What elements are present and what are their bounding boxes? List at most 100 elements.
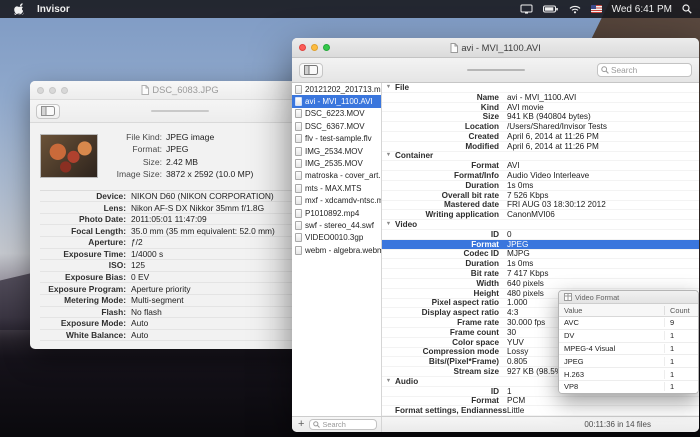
exif-row[interactable]: White Balance: Auto [40,330,320,342]
metadata-row[interactable]: ▼ Width 640 pixels [382,279,699,289]
main-window-titlebar[interactable]: avi - MVI_1100.AVI [292,38,699,58]
metadata-row[interactable]: ▼ Format JPEG [382,240,699,250]
toolbar-search-field[interactable] [597,63,692,77]
metadata-row[interactable]: ▼ Container [382,151,699,162]
exif-row[interactable]: ISO: 125 [40,260,320,272]
display-icon[interactable] [520,4,533,14]
minimize-button[interactable] [49,86,56,94]
file-list-item[interactable]: flv - test-sample.flv [292,133,381,145]
disclosure-triangle-icon[interactable]: ▼ [382,378,395,385]
add-file-button[interactable]: + [296,419,306,430]
metadata-label: Created [468,131,500,141]
exif-row[interactable]: Metering Mode: Multi-segment [40,295,320,307]
file-list-item[interactable]: VIDEO0010.3gp [292,232,381,244]
metadata-value: April 6, 2014 at 11:26 PM [507,131,599,141]
exif-row[interactable]: Exposure Program: Aperture priority [40,283,320,295]
popup-table-row[interactable]: MPEG-4 Visual 1 [559,342,698,356]
exif-row[interactable]: Focal Length: 35.0 mm (35 mm equivalent:… [40,225,320,237]
metadata-row[interactable]: ▼ Codec ID MJPG [382,249,699,260]
file-name: IMG_2534.MOV [305,146,363,156]
metadata-label: Compression mode [422,347,499,357]
metadata-row[interactable]: ▼ Overall bit rate 7 526 Kbps [382,191,699,201]
exif-row[interactable]: Device: NIKON D60 (NIKON CORPORATION) [40,191,320,203]
exif-row[interactable]: Aperture: ƒ/2 [40,237,320,249]
disclosure-triangle-icon[interactable]: ▼ [382,84,395,91]
file-list-item[interactable]: P1010892.mp4 [292,207,381,219]
popup-table-row[interactable]: H.263 1 [559,368,698,381]
file-list-item[interactable]: DSC_6367.MOV [292,120,381,132]
sidebar-search-input[interactable] [322,420,373,429]
metadata-row[interactable]: ▼ Format settings, Endianness Little [382,406,699,416]
close-button[interactable] [37,86,44,94]
metadata-row[interactable]: ▼ ID 0 [382,230,699,240]
metadata-row[interactable]: ▼ Size 941 KB (940804 bytes) [382,112,699,123]
column-header-value[interactable]: Value [559,306,664,315]
format-value: DV [564,331,575,341]
file-list-item[interactable]: webm - algebra.webm [292,244,381,256]
file-list-item[interactable]: IMG_2534.MOV [292,145,381,157]
close-button[interactable] [299,44,306,51]
file-list-item[interactable]: swf - stereo_44.swf [292,219,381,231]
exif-row[interactable]: Exposure Mode: Auto [40,318,320,330]
popup-table-row[interactable]: AVC 9 [559,317,698,330]
popup-table-row[interactable]: JPEG 1 [559,355,698,369]
file-list-item[interactable]: DSC_6223.MOV [292,108,381,120]
metadata-row[interactable]: ▼ Format/Info Audio Video Interleave [382,171,699,181]
battery-icon[interactable] [542,5,559,13]
metadata-row[interactable]: ▼ Duration 1s 0ms [382,259,699,270]
summary-row: Size: 2.42 MB [106,156,320,168]
sidebar-toggle-button[interactable] [299,62,323,78]
zoom-button[interactable] [61,86,68,94]
file-list-item[interactable]: mts - MAX.MTS [292,182,381,194]
apple-menu[interactable] [8,3,30,15]
disclosure-triangle-icon[interactable]: ▼ [382,221,395,228]
search-input[interactable] [611,65,688,75]
wifi-icon[interactable] [569,5,581,14]
metadata-row[interactable]: ▼ Modified April 6, 2014 at 11:26 PM [382,142,699,152]
metadata-row[interactable]: ▼ Location /Users/Shared/Invisor Tests [382,122,699,132]
metadata-label: Duration [465,259,499,269]
metadata-value: FRI AUG 03 18:30:12 2012 [507,200,606,210]
metadata-row[interactable]: ▼ Format PCM [382,396,699,407]
disclosure-triangle-icon[interactable]: ▼ [382,153,395,159]
menu-bar-clock[interactable]: Wed 6:41 PM [612,4,672,15]
metadata-row[interactable]: ▼ Bit rate 7 417 Kbps [382,269,699,279]
input-language-flag-icon[interactable] [590,5,602,13]
metadata-row[interactable]: ▼ Kind AVI movie [382,103,699,113]
popup-table-row[interactable]: DV 1 [559,329,698,343]
popup-titlebar[interactable]: Video Format [559,291,698,304]
view-tabs [466,69,525,71]
exif-row[interactable]: Exposure Bias: 0 EV [40,272,320,284]
metadata-label: Format [471,239,499,249]
file-list-item[interactable]: matroska - cover_art.mkv [292,170,381,182]
file-list-item[interactable]: avi - MVI_1100.AVI [292,95,381,108]
file-list-item[interactable]: 20121202_201713.mp4 [292,83,381,95]
metadata-row[interactable]: ▼ Mastered date FRI AUG 03 18:30:12 2012 [382,200,699,211]
exif-row[interactable]: Photo Date: 2011:05:01 11:47:09 [40,214,320,226]
photo-window-titlebar[interactable]: DSC_6083.JPG [30,81,330,100]
metadata-row[interactable]: ▼ Writing application CanonMVI06 [382,210,699,221]
sidebar-toggle-button[interactable] [36,103,60,119]
metadata-row[interactable]: ▼ File [382,83,699,93]
exif-row[interactable]: Flash: No flash [40,307,320,319]
popup-table-row[interactable]: VP8 1 [559,380,698,393]
exif-row[interactable]: Lens: Nikon AF-S DX Nikkor 35mm f/1.8G [40,202,320,214]
exif-label: Exposure Program: [48,283,126,294]
file-list-item[interactable]: mxf - xdcamdv-ntsc.mxf [292,195,381,207]
metadata-row[interactable]: ▼ Format AVI [382,161,699,172]
minimize-button[interactable] [311,44,318,51]
exif-row[interactable]: Exposure Time: 1/4000 s [40,249,320,261]
zoom-button[interactable] [323,44,330,51]
column-header-count[interactable]: Count [664,305,698,315]
sidebar-search-field[interactable] [309,419,377,430]
app-menu-invisor[interactable]: Invisor [30,4,77,15]
spotlight-icon[interactable] [682,4,692,14]
metadata-row[interactable]: ▼ Name avi - MVI_1100.AVI [382,93,699,103]
exif-label: Flash: [101,306,126,317]
metadata-label: Kind [480,102,499,112]
metadata-row[interactable]: ▼ Video [382,220,699,230]
menu-bar: Invisor Wed 6:41 PM [0,0,700,18]
file-list-item[interactable]: IMG_2535.MOV [292,157,381,169]
metadata-row[interactable]: ▼ Duration 1s 0ms [382,181,699,191]
metadata-row[interactable]: ▼ Created April 6, 2014 at 11:26 PM [382,132,699,142]
